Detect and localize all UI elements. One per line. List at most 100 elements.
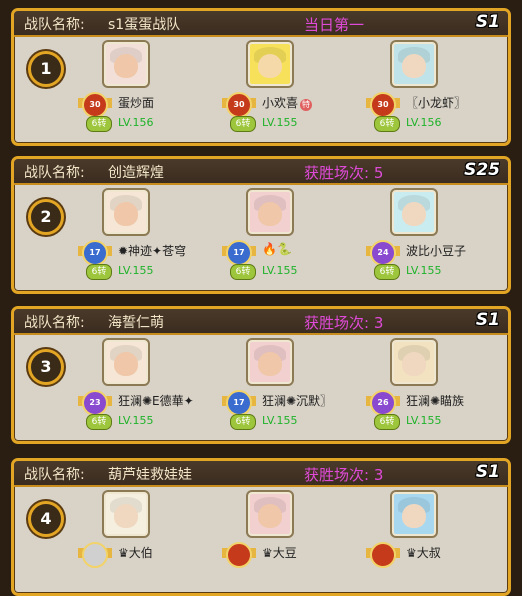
rebirth-pill: 6转 xyxy=(230,264,256,280)
team-name-label: 战队名称: xyxy=(24,17,85,33)
avatar-face xyxy=(114,54,138,78)
member-name: 狂澜✺瞄族 xyxy=(406,394,465,408)
team-name-label: 战队名称: xyxy=(24,165,85,181)
team-member[interactable]: ♛大叔 xyxy=(366,488,508,593)
team-name: 海誓仁萌 xyxy=(108,315,164,331)
rank-badge-icon xyxy=(370,542,396,568)
member-level: LV.155 xyxy=(118,414,154,427)
avatar-face xyxy=(258,202,282,226)
rank-badge-icon: 30 xyxy=(82,92,108,118)
team-name: s1蛋蛋战队 xyxy=(108,17,181,33)
rebirth-pill: 6转 xyxy=(86,264,112,280)
rank-badge-icon: 30 xyxy=(370,92,396,118)
rank-badge-icon xyxy=(82,542,108,568)
member-avatar[interactable] xyxy=(104,42,148,86)
member-name: 🔥🐍 xyxy=(262,242,292,256)
rank-number: 3 xyxy=(28,349,64,385)
team-name: 创造辉煌 xyxy=(108,165,164,181)
member-name: 狂澜✺E德華✦ xyxy=(118,394,194,408)
avatar-face xyxy=(402,202,426,226)
rebirth-pill: 6转 xyxy=(374,414,400,430)
member-level: LV.155 xyxy=(118,264,154,277)
member-name: 蛋炒面 xyxy=(118,96,155,110)
rank-number: 2 xyxy=(28,199,64,235)
member-level: LV.155 xyxy=(262,116,298,129)
member-avatar[interactable] xyxy=(392,190,436,234)
rank-number: 4 xyxy=(28,501,64,537)
avatar-face xyxy=(114,352,138,376)
team-status: 获胜场次: 5 xyxy=(304,164,384,182)
rebirth-pill: 6转 xyxy=(86,414,112,430)
rebirth-pill: 6转 xyxy=(374,264,400,280)
member-avatar[interactable] xyxy=(248,340,292,384)
team-member[interactable]: ♛大豆 xyxy=(222,488,376,593)
team-member[interactable]: 23 狂澜✺E德華✦ 6转 LV.155 xyxy=(78,336,232,441)
rank-badge-icon: 23 xyxy=(82,390,108,416)
rank-badge-icon: 26 xyxy=(370,390,396,416)
avatar-face xyxy=(258,504,282,528)
team-name: 葫芦娃救娃娃 xyxy=(108,467,192,483)
team-header: 战队名称: 创造辉煌 获胜场次: 5 S25 xyxy=(14,159,508,185)
member-avatar[interactable] xyxy=(392,340,436,384)
team-member[interactable]: 17 🔥🐍 6转 LV.155 xyxy=(222,186,376,291)
member-avatar[interactable] xyxy=(392,42,436,86)
season-badge: S1 xyxy=(475,310,500,330)
team-status: 当日第一 xyxy=(304,16,365,34)
rebirth-pill: 6转 xyxy=(230,116,256,132)
rank-number: 1 xyxy=(28,51,64,87)
team-name-label: 战队名称: xyxy=(24,315,85,331)
team-member[interactable]: 30 蛋炒面 6转 LV.156 xyxy=(78,38,232,143)
rebirth-pill: 6转 xyxy=(230,414,256,430)
team-status: 获胜场次: 3 xyxy=(304,466,384,484)
season-badge: S1 xyxy=(475,12,500,32)
member-name: 〖小龙虾〗 xyxy=(406,96,467,110)
team-card[interactable]: 战队名称: 海誓仁萌 获胜场次: 3 S1 3 23 狂澜✺E德華✦ 6转 LV.… xyxy=(11,306,511,444)
member-avatar[interactable] xyxy=(104,492,148,536)
member-name: ✹神迹✦苍穹 xyxy=(118,244,187,258)
member-name: 波比小豆子 xyxy=(406,244,467,258)
team-member[interactable]: 30 小欢喜特 6转 LV.155 xyxy=(222,38,376,143)
team-member[interactable]: 24 波比小豆子 6转 LV.155 xyxy=(366,186,508,291)
avatar-face xyxy=(402,54,426,78)
member-avatar[interactable] xyxy=(248,190,292,234)
team-member[interactable]: 17 ✹神迹✦苍穹 6转 LV.155 xyxy=(78,186,232,291)
member-avatar[interactable] xyxy=(248,42,292,86)
avatar-face xyxy=(402,504,426,528)
avatar-face xyxy=(258,54,282,78)
team-name-label: 战队名称: xyxy=(24,467,85,483)
member-name: 狂澜✺沉默〗 xyxy=(262,394,333,408)
team-card[interactable]: 战队名称: 创造辉煌 获胜场次: 5 S25 2 17 ✹神迹✦苍穹 6转 LV.… xyxy=(11,156,511,294)
member-name: ♛大叔 xyxy=(406,546,441,560)
avatar-face xyxy=(114,202,138,226)
team-member[interactable]: 17 狂澜✺沉默〗 6转 LV.155 xyxy=(222,336,376,441)
member-level: LV.155 xyxy=(406,264,442,277)
rank-badge-icon: 17 xyxy=(226,240,252,266)
season-badge: S1 xyxy=(475,462,500,482)
member-name: ♛大豆 xyxy=(262,546,297,560)
member-avatar[interactable] xyxy=(248,492,292,536)
avatar-face xyxy=(402,352,426,376)
team-member[interactable]: 30 〖小龙虾〗 6转 LV.156 xyxy=(366,38,508,143)
team-card[interactable]: 战队名称: s1蛋蛋战队 当日第一 S1 1 30 蛋炒面 6转 LV.156 3… xyxy=(11,8,511,146)
team-member[interactable]: ♛大伯 xyxy=(78,488,232,593)
special-tag: 特 xyxy=(300,99,313,111)
member-name: ♛大伯 xyxy=(118,546,153,560)
member-avatar[interactable] xyxy=(392,492,436,536)
rebirth-pill: 6转 xyxy=(374,116,400,132)
team-member[interactable]: 26 狂澜✺瞄族 6转 LV.155 xyxy=(366,336,508,441)
rank-badge-icon: 30 xyxy=(226,92,252,118)
member-avatar[interactable] xyxy=(104,340,148,384)
team-header: 战队名称: 葫芦娃救娃娃 获胜场次: 3 S1 xyxy=(14,461,508,487)
season-badge: S25 xyxy=(464,160,500,180)
member-level: LV.155 xyxy=(262,264,298,277)
member-avatar[interactable] xyxy=(104,190,148,234)
team-header: 战队名称: s1蛋蛋战队 当日第一 S1 xyxy=(14,11,508,37)
team-status: 获胜场次: 3 xyxy=(304,314,384,332)
rank-badge-icon: 17 xyxy=(226,390,252,416)
member-level: LV.156 xyxy=(406,116,442,129)
rank-badge-icon: 17 xyxy=(82,240,108,266)
team-card[interactable]: 战队名称: 葫芦娃救娃娃 获胜场次: 3 S1 4 ♛大伯 ♛大豆 ♛大叔 xyxy=(11,458,511,596)
avatar-face xyxy=(258,352,282,376)
team-header: 战队名称: 海誓仁萌 获胜场次: 3 S1 xyxy=(14,309,508,335)
rank-badge-icon xyxy=(226,542,252,568)
